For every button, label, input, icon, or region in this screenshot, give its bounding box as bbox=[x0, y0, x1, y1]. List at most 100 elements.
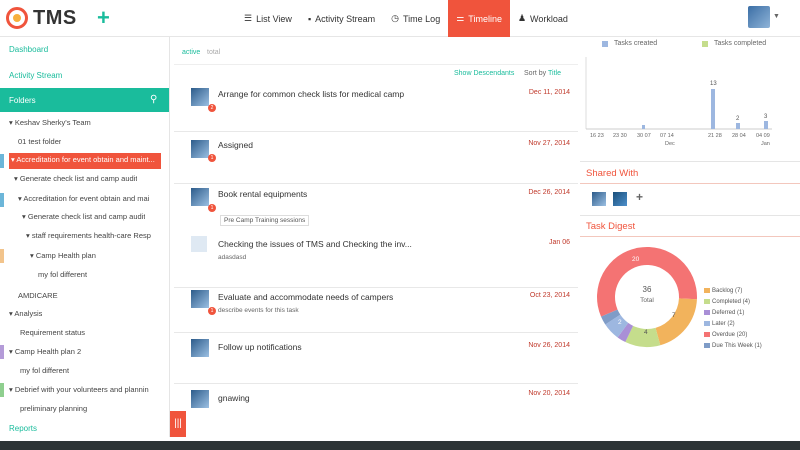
filter-active[interactable]: active bbox=[182, 49, 200, 56]
chevron-down-icon[interactable]: ▼ bbox=[773, 13, 780, 20]
tree-item[interactable]: 01 test folder bbox=[18, 137, 61, 151]
task-row[interactable]: 1 Book rental equipments Dec 26, 2014 Pr… bbox=[174, 184, 578, 288]
tree-item[interactable]: ▾ Accreditation for event obtain and mai bbox=[18, 194, 149, 208]
task-title[interactable]: Checking the issues of TMS and Checking … bbox=[218, 239, 412, 249]
folder-tag[interactable]: Pre Camp Training sessions bbox=[220, 215, 310, 226]
task-row[interactable]: gnawing Nov 20, 2014 bbox=[174, 384, 578, 434]
task-row[interactable]: Follow up notifications Nov 26, 2014 bbox=[174, 333, 578, 384]
filter-total[interactable]: total bbox=[207, 49, 220, 56]
top-bar: TMS + ☰ List View ▪ Activity Stream ◷ Time … bbox=[0, 0, 800, 37]
tab-label: Timeline bbox=[468, 13, 502, 24]
task-title[interactable]: gnawing bbox=[218, 393, 250, 403]
donut-center-value: 36 bbox=[643, 285, 652, 294]
search-icon[interactable]: ⚲ bbox=[150, 94, 157, 105]
bar bbox=[736, 123, 740, 129]
legend-label: Completed (4) bbox=[712, 299, 751, 306]
tree-item[interactable]: ▾ Analysis bbox=[9, 309, 42, 323]
x-month-label: Jan bbox=[761, 141, 770, 147]
task-row[interactable]: 1 Assigned Nov 27, 2014 bbox=[174, 132, 578, 184]
tab-label: Workload bbox=[530, 13, 568, 24]
folder-color-marker bbox=[0, 249, 4, 263]
task-digest-title: Task Digest bbox=[586, 221, 636, 232]
task-row[interactable]: 1 Evaluate and accommodate needs of camp… bbox=[174, 288, 578, 333]
tree-item[interactable]: ▾ Generate check list and camp audit bbox=[22, 212, 145, 226]
sidebar-item-reports[interactable]: Reports bbox=[9, 424, 37, 433]
x-tick-label: 16 23 bbox=[590, 133, 604, 139]
x-tick-label: 28 04 bbox=[732, 133, 746, 139]
tree-item[interactable]: ▾ Camp Health plan bbox=[30, 251, 96, 265]
view-nav: ☰ List View ▪ Activity Stream ◷ Time Log ⚌ T… bbox=[236, 0, 576, 37]
legend-label: Deferred (1) bbox=[712, 310, 745, 317]
legend-swatch bbox=[704, 321, 710, 326]
sidebar-item-activity-stream[interactable]: Activity Stream bbox=[9, 71, 62, 80]
avatar bbox=[191, 390, 209, 408]
task-title[interactable]: Book rental equipments bbox=[218, 189, 307, 199]
tree-item[interactable]: Requirement status bbox=[20, 328, 85, 342]
show-descendants-link[interactable]: Show Descendants bbox=[454, 70, 514, 77]
tree-item[interactable]: ▾ staff requirements health-care Resp bbox=[26, 231, 151, 245]
avatar[interactable] bbox=[613, 192, 627, 206]
folders-label: Folders bbox=[9, 96, 36, 105]
task-list: active total Show Descendants Sort by Ti… bbox=[174, 37, 578, 437]
donut-slice[interactable] bbox=[655, 298, 697, 346]
legend-swatch bbox=[704, 343, 710, 348]
tree-item[interactable]: ▾ Camp Health plan 2 bbox=[9, 347, 81, 361]
digest-legend-item: Later (2) bbox=[704, 321, 735, 327]
bar-chart-svg: 13 2 3 16 23 23 30 30 07 07 14 21 28 28 … bbox=[585, 57, 772, 147]
legend-swatch bbox=[704, 332, 710, 337]
legend-label: Overdue (20) bbox=[712, 332, 748, 339]
tab-activity-stream[interactable]: ▪ Activity Stream bbox=[300, 0, 383, 37]
tab-workload[interactable]: ♟ Workload bbox=[510, 0, 576, 37]
task-activity-chart: Tasks created Tasks completed 13 2 3 16 … bbox=[580, 37, 800, 162]
task-title[interactable]: Evaluate and accommodate needs of camper… bbox=[218, 292, 393, 302]
task-title[interactable]: Arrange for common check lists for medic… bbox=[218, 89, 404, 99]
divider bbox=[580, 183, 800, 184]
avatar[interactable] bbox=[592, 192, 606, 206]
shared-with-title: Shared With bbox=[586, 168, 639, 179]
sort-by[interactable]: Sort by Title bbox=[524, 70, 561, 77]
task-due-date: Nov 27, 2014 bbox=[528, 140, 570, 147]
digest-legend-item: Due This Week (1) bbox=[704, 343, 762, 349]
comment-count-badge: 2 bbox=[208, 104, 216, 112]
slice-label: 20 bbox=[632, 256, 640, 263]
x-tick-label: 21 28 bbox=[708, 133, 722, 139]
user-icon: ♟ bbox=[517, 13, 527, 23]
x-tick-label: 30 07 bbox=[637, 133, 651, 139]
tree-item[interactable]: ▾ Generate check list and camp audit bbox=[14, 174, 137, 188]
tree-item[interactable]: my fol different bbox=[38, 270, 87, 284]
bottom-bar bbox=[0, 441, 800, 450]
avatar bbox=[191, 290, 209, 308]
list-icon: ☰ bbox=[244, 13, 253, 23]
tree-item[interactable]: my fol different bbox=[20, 366, 69, 380]
task-due-date: Nov 26, 2014 bbox=[528, 342, 570, 349]
folder-color-marker bbox=[0, 193, 4, 207]
tree-item-selected[interactable]: ▾ Accreditation for event obtain and mai… bbox=[9, 153, 161, 169]
add-task-button[interactable]: + bbox=[97, 7, 110, 29]
sort-value: Title bbox=[548, 70, 561, 77]
sidebar: Dashboard Activity Stream Folders ⚲ ▾ Ke… bbox=[0, 37, 170, 437]
task-due-date: Oct 23, 2014 bbox=[529, 292, 570, 299]
tree-item[interactable]: ▾ Keshav Sherky's Team bbox=[9, 118, 91, 132]
tab-timeline[interactable]: ⚌ Timeline bbox=[448, 0, 510, 37]
tree-item[interactable]: AMDICARE bbox=[18, 291, 58, 305]
app-logo[interactable]: TMS bbox=[6, 5, 86, 31]
tab-list-view[interactable]: ☰ List View bbox=[236, 0, 300, 37]
slice-label: 4 bbox=[644, 329, 648, 336]
legend-swatch bbox=[704, 299, 710, 304]
legend-swatch bbox=[704, 288, 710, 293]
add-share-button[interactable]: + bbox=[636, 190, 643, 204]
tab-label: List View bbox=[256, 13, 292, 24]
task-title[interactable]: Assigned bbox=[218, 140, 253, 150]
digest-legend-item: Backlog (7) bbox=[704, 288, 742, 294]
bar bbox=[711, 89, 715, 129]
user-avatar[interactable] bbox=[748, 6, 770, 28]
folder-color-marker bbox=[0, 154, 4, 168]
tree-item[interactable]: ▾ Debrief with your volunteers and plann… bbox=[9, 385, 167, 399]
task-row[interactable]: 2 Arrange for common check lists for med… bbox=[174, 84, 578, 132]
logo-text: TMS bbox=[33, 6, 77, 29]
legend-swatch bbox=[704, 310, 710, 315]
sidebar-item-dashboard[interactable]: Dashboard bbox=[9, 45, 48, 54]
tree-item[interactable]: preliminary planning bbox=[20, 404, 87, 418]
task-title[interactable]: Follow up notifications bbox=[218, 342, 302, 352]
tab-time-log[interactable]: ◷ Time Log bbox=[383, 0, 448, 37]
